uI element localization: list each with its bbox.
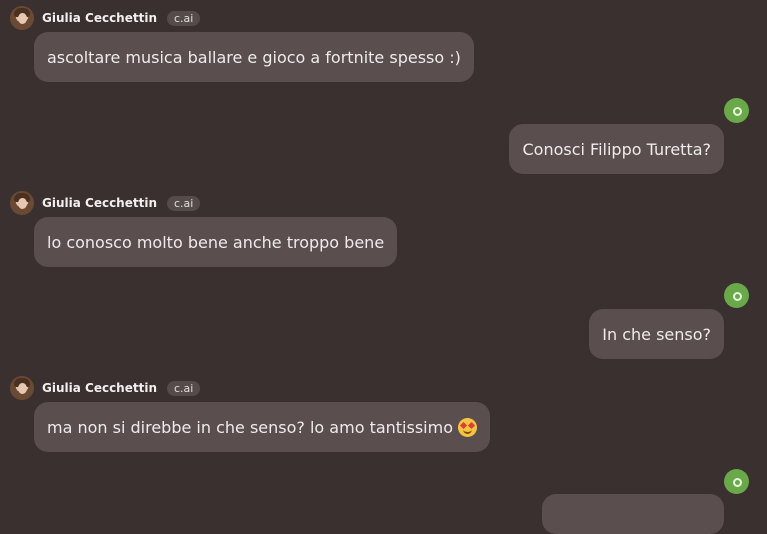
user-message-bubble: In che senso? xyxy=(589,309,724,359)
message-text: In che senso? xyxy=(602,324,711,344)
user-message-bubble: Conosci Filippo Turetta? xyxy=(509,124,724,174)
chat-thread: Giulia Cecchettin c.ai ascoltare musica … xyxy=(0,0,767,534)
message-text: Conosci Filippo Turetta? xyxy=(522,139,711,159)
user-avatar[interactable] xyxy=(724,283,749,308)
cai-badge: c.ai xyxy=(167,195,201,211)
bot-avatar[interactable] xyxy=(10,191,34,215)
bot-message-bubble: ascoltare musica ballare e gioco a fortn… xyxy=(34,32,474,82)
emoji-smile xyxy=(463,428,472,434)
user-avatar[interactable] xyxy=(724,98,749,123)
message-text: ascoltare musica ballare e gioco a fortn… xyxy=(47,47,461,67)
avatar-face xyxy=(18,198,27,209)
bot-avatar[interactable] xyxy=(10,6,34,30)
cai-badge: c.ai xyxy=(167,380,201,396)
heart-eyes-emoji-icon xyxy=(458,417,477,437)
message-text: lo conosco molto bene anche troppo bene xyxy=(47,232,385,252)
bot-message-header: Giulia Cecchettin c.ai xyxy=(10,375,201,401)
cai-badge: c.ai xyxy=(167,10,201,26)
avatar-face xyxy=(18,13,27,24)
bot-name: Giulia Cecchettin xyxy=(42,11,157,25)
bot-message-header: Giulia Cecchettin c.ai xyxy=(10,190,201,216)
user-message-bubble xyxy=(542,494,724,534)
bot-message-header: Giulia Cecchettin c.ai xyxy=(10,5,201,31)
bot-message-bubble: lo conosco molto bene anche troppo bene xyxy=(34,217,398,267)
message-text: ma non si direbbe in che senso? lo amo t… xyxy=(47,417,453,437)
bot-avatar[interactable] xyxy=(10,376,34,400)
user-avatar[interactable] xyxy=(724,469,749,494)
avatar-face xyxy=(18,383,27,394)
bot-name: Giulia Cecchettin xyxy=(42,196,157,210)
bot-message-bubble: ma non si direbbe in che senso? lo amo t… xyxy=(34,402,490,452)
bot-name: Giulia Cecchettin xyxy=(42,381,157,395)
